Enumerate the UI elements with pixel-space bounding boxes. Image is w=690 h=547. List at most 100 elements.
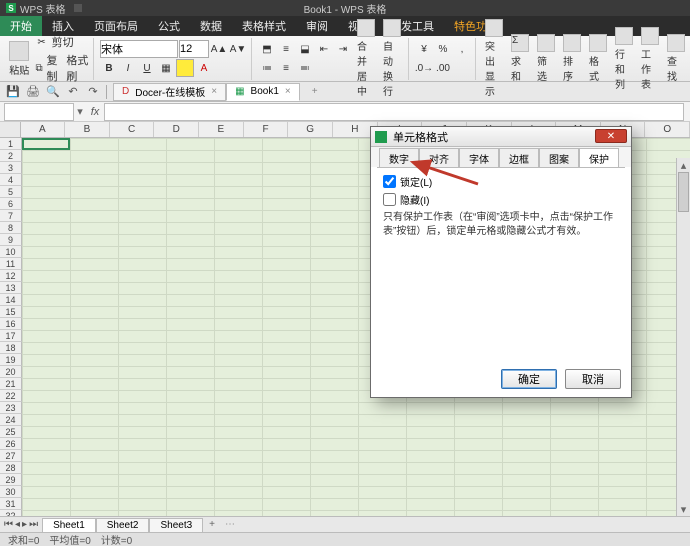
row-header[interactable]: 27 (0, 450, 22, 462)
row-header[interactable]: 10 (0, 246, 22, 258)
font-size-select[interactable] (179, 40, 209, 58)
ribbon-tab-review[interactable]: 审阅 (296, 16, 338, 36)
row-header[interactable]: 15 (0, 306, 22, 318)
col-header[interactable]: G (288, 122, 333, 137)
scroll-thumb[interactable] (678, 172, 689, 212)
border-button[interactable]: ▦ (157, 59, 175, 77)
dialog-close-button[interactable]: ✕ (595, 129, 627, 143)
add-sheet-button[interactable]: + (203, 519, 221, 530)
row-header[interactable]: 18 (0, 342, 22, 354)
name-box-dropdown[interactable]: ▾ (74, 105, 86, 118)
paste-button[interactable]: 粘贴 (8, 41, 31, 77)
align-left-button[interactable]: ≔ (258, 59, 276, 77)
align-right-button[interactable]: ≕ (296, 59, 314, 77)
format-button[interactable]: 格式 (586, 34, 610, 83)
doc-tab-docer[interactable]: D Docer-在线模板 × (113, 83, 226, 101)
increase-indent-button[interactable]: ⇥ (334, 40, 352, 58)
sum-button[interactable]: Σ求和 (508, 34, 532, 83)
row-header[interactable]: 26 (0, 438, 22, 450)
locked-checkbox[interactable] (383, 175, 396, 188)
fx-icon[interactable]: fx (86, 106, 104, 118)
merge-center-button[interactable]: 合并居中 (354, 19, 378, 98)
row-header[interactable]: 24 (0, 414, 22, 426)
sheet-more-icon[interactable]: ⋯ (225, 519, 235, 530)
col-header[interactable]: O (645, 122, 690, 137)
sheet-tab-2[interactable]: Sheet2 (96, 518, 150, 532)
dialog-tab-protect[interactable]: 保护 (579, 148, 619, 168)
row-header[interactable]: 28 (0, 462, 22, 474)
rowcol-button[interactable]: 行和列 (612, 27, 636, 91)
cut-button[interactable]: ✂ (33, 33, 51, 51)
row-header[interactable]: 30 (0, 486, 22, 498)
col-header[interactable]: C (110, 122, 155, 137)
row-header[interactable]: 6 (0, 198, 22, 210)
col-header[interactable]: B (65, 122, 110, 137)
col-header[interactable]: E (199, 122, 244, 137)
underline-button[interactable]: U (138, 59, 156, 77)
dialog-tab-font[interactable]: 字体 (459, 148, 499, 168)
italic-button[interactable]: I (119, 59, 137, 77)
qat-save-button[interactable]: 💾 (6, 85, 20, 99)
decrease-indent-button[interactable]: ⇤ (315, 40, 333, 58)
col-header[interactable]: F (244, 122, 289, 137)
ribbon-tab-data[interactable]: 数据 (190, 16, 232, 36)
row-header[interactable]: 16 (0, 318, 22, 330)
scroll-down-icon[interactable]: ▾ (677, 502, 690, 516)
row-header[interactable]: 14 (0, 294, 22, 306)
format-painter-button[interactable]: 格式刷 (66, 52, 89, 84)
row-header[interactable]: 4 (0, 174, 22, 186)
close-tab-icon[interactable]: × (211, 86, 217, 97)
align-bottom-button[interactable]: ⬓ (296, 40, 314, 58)
row-header[interactable]: 29 (0, 474, 22, 486)
qat-redo-button[interactable]: ↷ (86, 85, 100, 99)
ribbon-tab-pagelayout[interactable]: 页面布局 (84, 16, 148, 36)
row-header[interactable]: 21 (0, 378, 22, 390)
wrap-text-button[interactable]: 自动换行 (380, 19, 404, 98)
ribbon-tab-formulas[interactable]: 公式 (148, 16, 190, 36)
qat-print-button[interactable]: 🖨 (26, 85, 40, 99)
qat-undo-button[interactable]: ↶ (66, 85, 80, 99)
dialog-tab-number[interactable]: 数字 (379, 148, 419, 168)
align-middle-button[interactable]: ≡ (277, 40, 295, 58)
sheet-tab-3[interactable]: Sheet3 (149, 518, 203, 532)
font-color-button[interactable]: A (195, 59, 213, 77)
row-header[interactable]: 25 (0, 426, 22, 438)
row-header[interactable]: 11 (0, 258, 22, 270)
qat-preview-button[interactable]: 🔍 (46, 85, 60, 99)
align-top-button[interactable]: ⬒ (258, 40, 276, 58)
dialog-tab-align[interactable]: 对齐 (419, 148, 459, 168)
increase-font-button[interactable]: A▲ (210, 40, 228, 58)
sheet-nav-prev[interactable]: ◂ (15, 519, 20, 530)
sheet-nav-last[interactable]: ⏭ (29, 519, 38, 530)
row-header[interactable]: 5 (0, 186, 22, 198)
sheet-nav-first[interactable]: ⏮ (4, 519, 13, 530)
doc-tab-book1[interactable]: ▦ Book1 × (226, 83, 300, 101)
row-header[interactable]: 32 (0, 510, 22, 516)
row-header[interactable]: 13 (0, 282, 22, 294)
find-button[interactable]: 查找 (664, 34, 688, 83)
worksheet-button[interactable]: 工作表 (638, 27, 662, 91)
row-header[interactable]: 7 (0, 210, 22, 222)
decrease-decimal-button[interactable]: .00 (434, 59, 452, 77)
row-header[interactable]: 17 (0, 330, 22, 342)
row-header[interactable]: 2 (0, 150, 22, 162)
vertical-scrollbar[interactable]: ▴ ▾ (676, 158, 690, 516)
scroll-up-icon[interactable]: ▴ (677, 158, 690, 172)
col-header[interactable]: D (154, 122, 199, 137)
row-header[interactable]: 23 (0, 402, 22, 414)
bold-button[interactable]: B (100, 59, 118, 77)
new-doc-tab-button[interactable]: + (300, 83, 330, 101)
copy-button[interactable]: ⧉ (33, 59, 46, 77)
select-all-corner[interactable] (0, 122, 21, 138)
row-header[interactable]: 12 (0, 270, 22, 282)
sort-button[interactable]: 排序 (560, 34, 584, 83)
locked-checkbox-row[interactable]: 锁定(L) (383, 174, 619, 189)
suite-menu-dropdown[interactable] (74, 4, 82, 12)
row-header[interactable]: 8 (0, 222, 22, 234)
dialog-titlebar[interactable]: 单元格格式 ✕ (371, 127, 631, 147)
conditional-format-button[interactable]: 突出显示 (482, 19, 506, 98)
row-header[interactable]: 31 (0, 498, 22, 510)
comma-button[interactable]: , (453, 40, 471, 58)
name-box[interactable] (4, 103, 74, 121)
row-header[interactable]: 1 (0, 138, 22, 150)
